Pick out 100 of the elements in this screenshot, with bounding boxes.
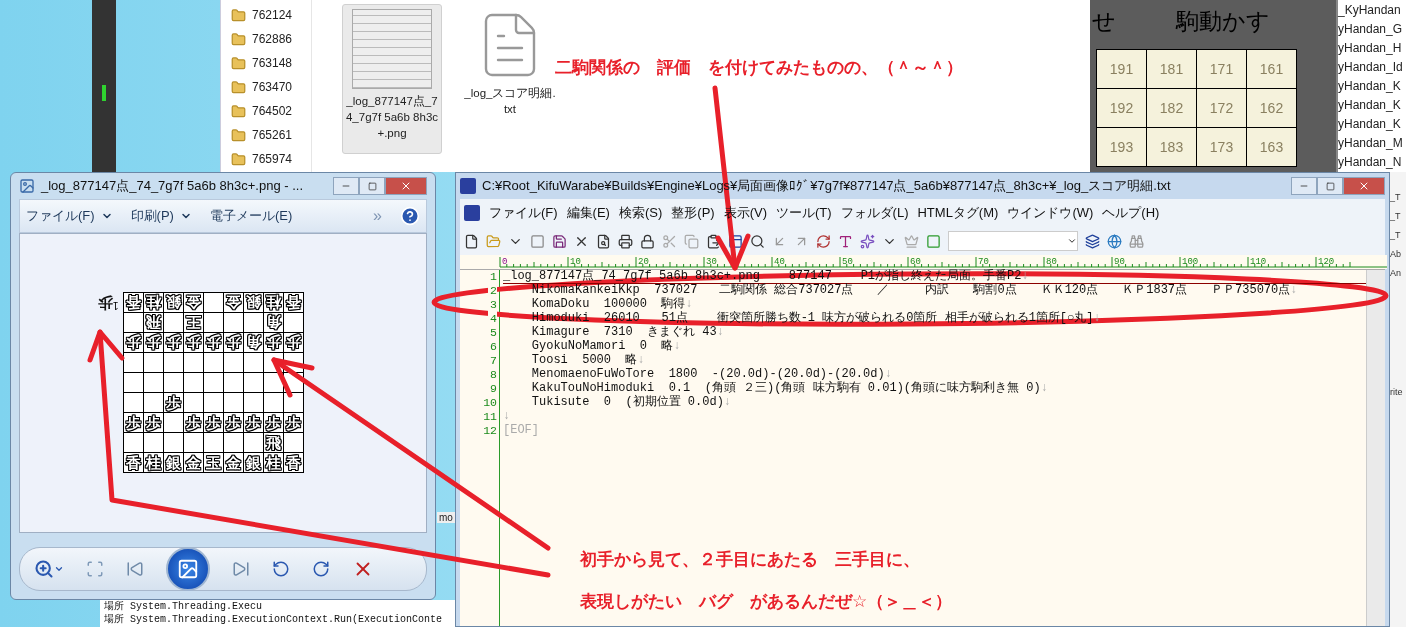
status-mark <box>102 85 106 101</box>
list-item[interactable]: yHandan_M <box>1338 135 1406 153</box>
ruler-number: 60 <box>910 257 921 267</box>
menu-item[interactable]: 印刷(P) <box>130 207 192 225</box>
list-item: Ab <box>1390 248 1402 261</box>
close-icon <box>400 180 412 192</box>
window-button[interactable] <box>728 233 743 249</box>
search-button[interactable] <box>750 233 765 249</box>
list-item: _T <box>1390 210 1402 223</box>
folder-icon <box>231 127 246 143</box>
rotate-right-button[interactable] <box>312 560 330 578</box>
shogi-piece: 歩 <box>245 415 261 430</box>
menu-item[interactable]: 編集(E) <box>566 204 610 222</box>
file-tile[interactable]: _log_877147点_74_7g7f 5a6b 8h3c+.png <box>342 4 442 154</box>
file-name: _log_877147点_74_7g7f 5a6b 8h3c+.png <box>345 94 439 142</box>
folder-name[interactable]: 765261 <box>252 128 293 142</box>
menu-item[interactable]: HTMLタグ(M) <box>917 204 999 222</box>
board-square <box>243 373 264 393</box>
grid-cell: 193 <box>1097 128 1147 167</box>
ruler-number: 40 <box>774 257 785 267</box>
app-logo-icon <box>460 178 476 194</box>
ruler-number: 110 <box>1250 257 1267 267</box>
text-line: KomaDoku 100000 駒得↓ <box>530 298 694 311</box>
font-button[interactable] <box>838 233 853 249</box>
folder-name[interactable]: 763470 <box>252 80 293 94</box>
save-button[interactable] <box>552 233 567 249</box>
menu-item[interactable]: 整形(P) <box>671 204 715 222</box>
menu-item[interactable]: ファイル(F) <box>489 204 558 222</box>
next-button[interactable] <box>232 560 250 578</box>
menu-item[interactable]: ヘルプ(H) <box>1102 204 1160 222</box>
list-item[interactable]: yHandan_K <box>1338 116 1406 134</box>
slideshow-button[interactable] <box>166 547 210 591</box>
shogi-piece: 金 <box>185 295 201 310</box>
menu-item[interactable]: 検索(S) <box>618 204 663 222</box>
list-item[interactable]: yHandan_G <box>1338 21 1406 39</box>
annotation-text: 表現しがたい バグ があるんだぜ☆（＞＿＜） <box>580 591 953 613</box>
board-square <box>143 373 164 393</box>
menu-item[interactable]: ウインドウ(W) <box>1007 204 1094 222</box>
shogi-piece: 金 <box>185 455 201 470</box>
folder-icon <box>231 103 246 119</box>
save-icon <box>552 233 567 249</box>
list-item[interactable]: yHandan_N <box>1338 154 1406 172</box>
maximize-button[interactable] <box>359 177 385 195</box>
binoculars-button[interactable] <box>1129 233 1144 249</box>
globe-icon <box>1107 233 1122 249</box>
new-file-button[interactable] <box>464 233 479 249</box>
help-icon[interactable] <box>400 206 420 226</box>
list-item[interactable]: yHandan_Id <box>1338 59 1406 77</box>
previous-button[interactable] <box>126 560 144 578</box>
zoom-button[interactable] <box>34 559 64 579</box>
rotate-left-button[interactable] <box>272 560 290 578</box>
combo-field[interactable] <box>948 231 1078 251</box>
list-item[interactable]: yHandan_H <box>1338 40 1406 58</box>
shogi-piece: 銀 <box>165 295 181 310</box>
list-item[interactable]: yHandan_K <box>1338 78 1406 96</box>
paste-button[interactable] <box>706 233 721 249</box>
menu-item[interactable]: 電子メール(E) <box>209 207 293 225</box>
folder-name[interactable]: 762124 <box>252 8 293 22</box>
list-item[interactable]: _KyHandan <box>1338 2 1406 20</box>
picture-icon <box>177 558 199 580</box>
replace-button[interactable] <box>816 233 831 249</box>
printer-button[interactable] <box>618 233 633 249</box>
folder-name[interactable]: 762886 <box>252 32 293 46</box>
shogi-piece: 香 <box>285 455 301 470</box>
folder-name[interactable]: 764502 <box>252 104 293 118</box>
fit-button[interactable] <box>86 560 104 578</box>
shogi-piece: 歩 <box>125 415 141 430</box>
shogi-piece: 歩 <box>285 335 301 350</box>
list-item: An <box>1390 267 1402 280</box>
hand-count: 1 <box>113 300 119 311</box>
folder-icon <box>231 79 246 95</box>
preview-button[interactable] <box>596 233 611 249</box>
pages-button[interactable] <box>1085 233 1100 249</box>
font-icon <box>838 233 853 249</box>
globe-button[interactable] <box>1107 233 1122 249</box>
menu-item[interactable]: ツール(T) <box>776 204 832 222</box>
maximize-icon <box>1325 181 1335 191</box>
sparkle-button[interactable] <box>860 233 875 249</box>
shogi-piece: 歩 <box>125 335 141 350</box>
scrollbar[interactable] <box>1366 270 1385 626</box>
menu-item[interactable]: フォルダ(L) <box>840 204 909 222</box>
grid-cell: 161 <box>1247 50 1297 89</box>
menu-item[interactable]: ファイル(F) <box>26 207 113 225</box>
maximize-button[interactable] <box>1317 177 1343 195</box>
frame-icon <box>926 233 941 249</box>
grid-cell: 182 <box>1147 89 1197 128</box>
folder-name[interactable]: 763148 <box>252 56 293 70</box>
annotation-text: 初手から見て、２手目にあたる 三手目に、 <box>580 549 920 571</box>
window-icon <box>728 233 743 249</box>
pages-icon <box>1085 233 1100 249</box>
shogi-piece: 歩 <box>185 415 201 430</box>
shogi-piece: 歩 <box>185 335 201 350</box>
lock-button[interactable] <box>640 233 655 249</box>
shogi-piece: 香 <box>285 295 301 310</box>
board-square <box>183 373 204 393</box>
paste-icon <box>706 233 721 249</box>
shogi-piece: 歩 <box>145 335 161 350</box>
heading-text: せ <box>1092 7 1116 36</box>
list-item[interactable]: yHandan_K <box>1338 97 1406 115</box>
folder-name[interactable]: 765974 <box>252 152 293 166</box>
